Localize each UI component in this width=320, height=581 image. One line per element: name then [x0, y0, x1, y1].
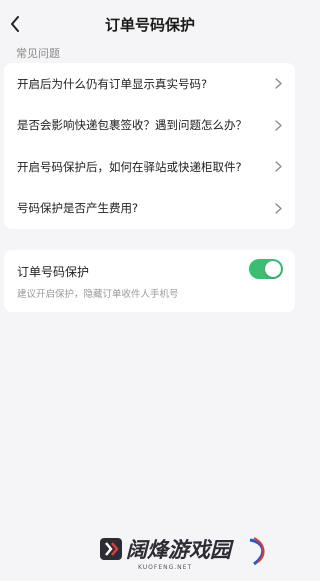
- watermark-text: 阔烽游戏园: [126, 538, 231, 562]
- faq-item-label: 开启号码保护后，如何在驿站或快递柜取件?: [17, 159, 242, 174]
- chevron-right-icon: [273, 78, 283, 90]
- header: 订单号码保护: [0, 0, 300, 50]
- setting-description: 建议开启保护，隐藏订单收件人手机号: [17, 289, 179, 300]
- faq-item-label: 是否会影响快递包裹签收？遇到问题怎么办？: [17, 118, 247, 133]
- watermark-subtext: KUOFENG.NET: [138, 564, 193, 571]
- chevron-right-icon: [273, 119, 283, 131]
- watermark-swoosh-icon: [249, 537, 265, 566]
- toggle-knob: [265, 261, 281, 277]
- watermark: 阔烽游戏园 KUOFENG.NET: [98, 534, 270, 576]
- faq-item[interactable]: 开启后为什么仍有订单显示真实号码?: [4, 63, 295, 105]
- faq-item[interactable]: 是否会影响快递包裹签收？遇到问题怎么办？: [4, 105, 295, 147]
- faq-item-label: 号码保护是否产生费用?: [17, 201, 139, 216]
- chevron-right-icon: [273, 202, 283, 214]
- protection-toggle[interactable]: [249, 259, 283, 279]
- protection-setting-card: 订单号码保护 建议开启保护，隐藏订单收件人手机号: [4, 250, 295, 312]
- watermark-logo-icon: [100, 538, 122, 560]
- chevron-right-icon: [273, 161, 283, 173]
- faq-section-label: 常见问题: [16, 47, 60, 60]
- faq-item[interactable]: 号码保护是否产生费用?: [4, 188, 295, 230]
- faq-item[interactable]: 开启号码保护后，如何在驿站或快递柜取件?: [4, 146, 295, 188]
- faq-card: 开启后为什么仍有订单显示真实号码? 是否会影响快递包裹签收？遇到问题怎么办？ 开…: [4, 63, 295, 229]
- faq-item-label: 开启后为什么仍有订单显示真实号码?: [17, 76, 208, 91]
- page-title: 订单号码保护: [104, 16, 195, 34]
- setting-title: 订单号码保护: [17, 265, 90, 279]
